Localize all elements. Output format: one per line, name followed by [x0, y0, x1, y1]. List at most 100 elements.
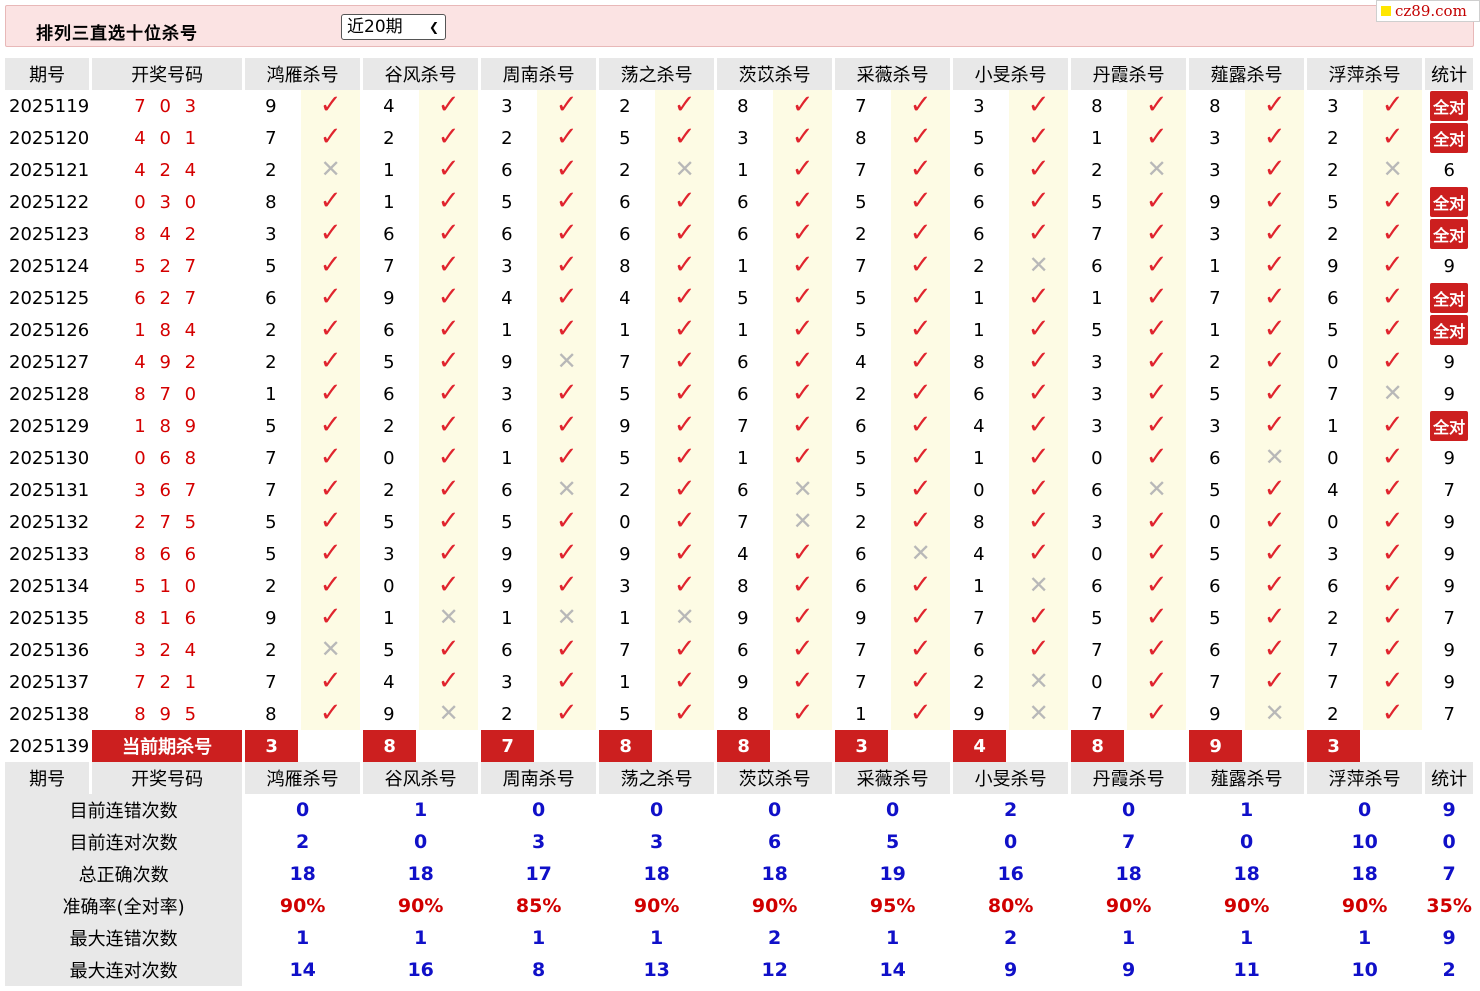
issue-cell: 2025137 — [9, 671, 90, 693]
check-icon: ✓ — [909, 154, 932, 184]
kill-number-cell: 7 — [737, 415, 749, 437]
site-logo[interactable]: cz89.com — [1376, 0, 1480, 22]
table-row: 2025125 6 2 7 6 ✓ 9 ✓ 4 ✓ 4 ✓ 5 ✓ 5 ✓ 1 ✓ 1 ✓ 7 ✓ 6 ✓ 全对 — [5, 282, 1473, 314]
kill-number-cell: 9 — [619, 543, 631, 565]
result-mark-cell: ✓ — [1127, 122, 1187, 154]
kill-number-cell: 1 — [1091, 127, 1103, 149]
result-mark-cell: ✓ — [655, 250, 715, 282]
kill-number-cell: 6 — [737, 479, 749, 501]
check-icon: ✓ — [909, 346, 932, 376]
cross-icon: ✕ — [556, 346, 577, 375]
check-icon: ✓ — [909, 666, 932, 696]
kill-number-cell: 7 — [265, 671, 277, 693]
check-icon: ✓ — [437, 218, 460, 248]
current-kill-spacer — [1363, 730, 1422, 762]
row-stat-cell: 7 — [1425, 474, 1473, 506]
kill-number-cell: 3 — [1091, 351, 1103, 373]
kill-number-cell: 0 — [619, 511, 631, 533]
result-mark-cell: ✓ — [1363, 218, 1423, 250]
result-mark-cell: ✓ — [773, 346, 833, 378]
table-row: 2025127 4 9 2 2 ✓ 5 ✓ 9 ✕ 7 ✓ 6 ✓ 4 ✓ 8 ✓ 3 ✓ 2 ✓ 0 ✓ 9 — [5, 346, 1473, 378]
kill-number-cell: 5 — [265, 415, 277, 437]
result-mark-cell: ✓ — [1009, 602, 1069, 634]
col-header-expert: 浮萍杀号 — [1307, 762, 1423, 794]
wrong-count-text: 9 — [1443, 351, 1455, 373]
kill-number-cell: 6 — [1327, 287, 1339, 309]
col-header-expert: 采薇杀号 — [835, 762, 951, 794]
kill-number-cell: 9 — [265, 607, 277, 629]
result-mark-cell: ✓ — [301, 410, 361, 442]
row-stat-cell: 9 — [1425, 442, 1473, 474]
col-header-expert: 周南杀号 — [481, 58, 597, 90]
kill-number-cell: 5 — [619, 383, 631, 405]
result-mark-cell: ✓ — [655, 506, 715, 538]
kill-number-cell: 3 — [265, 223, 277, 245]
result-mark-cell: ✓ — [1127, 602, 1187, 634]
result-mark-cell: ✓ — [301, 474, 361, 506]
check-icon: ✓ — [319, 250, 342, 280]
result-mark-cell: ✓ — [419, 634, 479, 666]
kill-number-cell: 2 — [1209, 351, 1221, 373]
cross-icon: ✕ — [792, 506, 813, 535]
kill-number-cell: 8 — [855, 127, 867, 149]
stats-value: 0 — [532, 799, 546, 821]
result-mark-cell: ✓ — [1127, 282, 1187, 314]
col-header-expert: 薤露杀号 — [1189, 58, 1305, 90]
kill-number-cell: 3 — [619, 575, 631, 597]
kill-number-cell: 6 — [855, 575, 867, 597]
kill-number-cell: 5 — [1209, 383, 1221, 405]
kill-number-cell: 7 — [619, 351, 631, 373]
check-icon: ✓ — [1381, 346, 1404, 376]
current-kill-spacer — [773, 730, 832, 762]
check-icon: ✓ — [319, 506, 342, 536]
stats-value: 9 — [1004, 959, 1018, 981]
result-mark-cell: ✓ — [773, 442, 833, 474]
kill-number-cell: 5 — [737, 287, 749, 309]
kill-number-cell: 6 — [501, 479, 513, 501]
result-mark-cell: ✓ — [1009, 506, 1069, 538]
wrong-count-text: 9 — [1443, 383, 1455, 405]
kill-number-cell: 4 — [501, 287, 513, 309]
result-mark-cell: ✓ — [891, 378, 951, 410]
result-mark-cell: ✓ — [1127, 218, 1187, 250]
kill-number-cell: 6 — [737, 383, 749, 405]
result-mark-cell: ✓ — [1009, 378, 1069, 410]
current-kill-number: 7 — [481, 730, 535, 762]
kill-number-cell: 5 — [855, 287, 867, 309]
check-icon: ✓ — [319, 602, 342, 632]
col-header-draw: 开奖号码 — [92, 762, 243, 794]
table-row: 2025128 8 7 0 1 ✓ 6 ✓ 3 ✓ 5 ✓ 6 ✓ 2 ✓ 6 ✓ 3 ✓ 5 ✓ 7 ✕ 9 — [5, 378, 1473, 410]
kill-number-cell: 2 — [383, 415, 395, 437]
col-header-expert: 小旻杀号 — [953, 58, 1069, 90]
draw-number-cell: 5 2 7 — [134, 255, 201, 277]
kill-number-cell: 1 — [501, 447, 513, 469]
kill-number-cell: 1 — [383, 607, 395, 629]
stats-row: 目前连对次数 2 0 3 3 6 5 0 7 0 10 0 — [5, 826, 1473, 858]
kill-number-cell: 9 — [1209, 191, 1221, 213]
kill-number-cell: 0 — [1091, 671, 1103, 693]
stats-value: 90% — [1223, 895, 1270, 917]
result-mark-cell: ✓ — [1363, 538, 1423, 570]
check-icon: ✓ — [673, 698, 696, 728]
result-mark-cell: ✓ — [891, 698, 951, 730]
kill-number-cell: 7 — [619, 639, 631, 661]
check-icon: ✓ — [555, 378, 578, 408]
result-mark-cell: ✓ — [655, 698, 715, 730]
check-icon: ✓ — [1381, 698, 1404, 728]
all-correct-badge: 全对 — [1430, 315, 1469, 345]
kill-number-cell: 9 — [973, 703, 985, 725]
result-mark-cell: ✓ — [1245, 186, 1305, 218]
stats-value: 0 — [768, 799, 782, 821]
check-icon: ✓ — [1381, 602, 1404, 632]
stats-value: 2 — [768, 927, 782, 949]
period-select[interactable]: 近20期 ❮ — [341, 14, 446, 40]
row-stat-cell: 全对 — [1425, 90, 1473, 122]
kill-number-cell: 6 — [265, 287, 277, 309]
kill-number-cell: 2 — [265, 575, 277, 597]
kill-number-cell: 2 — [1327, 703, 1339, 725]
current-kill-spacer — [301, 730, 360, 762]
result-mark-cell: ✓ — [1363, 90, 1423, 122]
kill-number-cell: 5 — [265, 511, 277, 533]
table-row: 2025124 5 2 7 5 ✓ 7 ✓ 3 ✓ 8 ✓ 1 ✓ 7 ✓ 2 ✕ 6 ✓ 1 ✓ 9 ✓ 9 — [5, 250, 1473, 282]
col-header-expert: 浮萍杀号 — [1307, 58, 1423, 90]
